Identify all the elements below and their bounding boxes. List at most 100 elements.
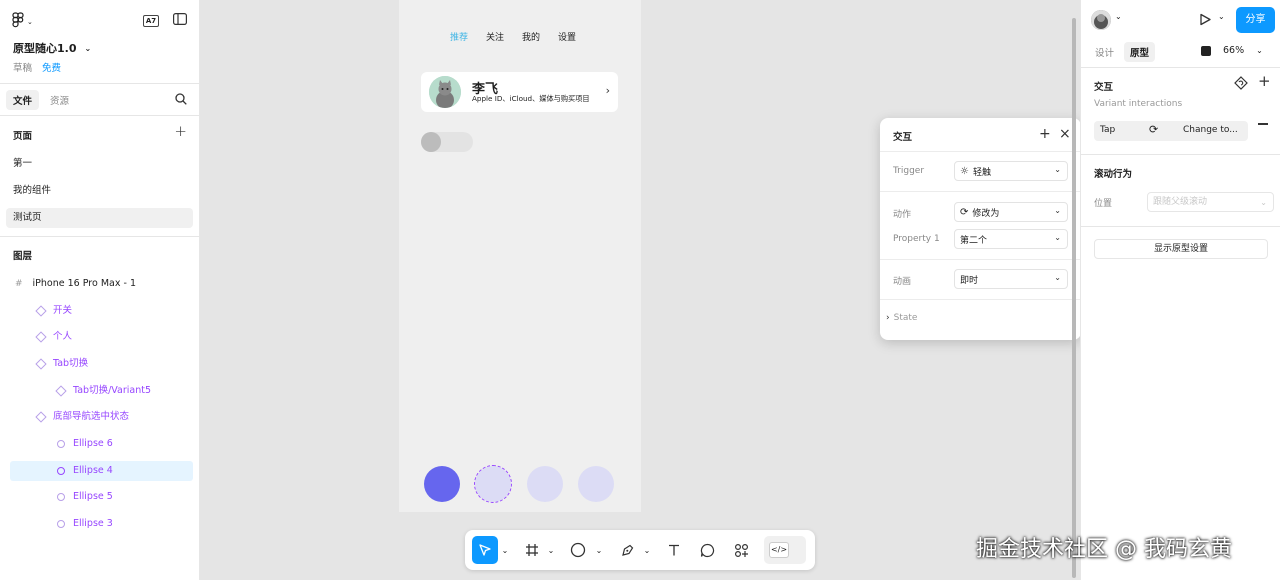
animation-label: 动画 [893, 277, 912, 287]
layout-icon [1201, 45, 1211, 56]
layer-item[interactable]: Ellipse 5 [57, 487, 113, 507]
layer-item[interactable]: 个人 [35, 327, 72, 347]
nav-dot-ellipse[interactable] [527, 466, 563, 502]
layer-item[interactable]: 开关 [35, 301, 72, 321]
layer-item-selected[interactable]: Ellipse 4 [57, 461, 113, 481]
layer-item[interactable]: 底部导航选中状态 [35, 407, 130, 427]
phone-tab[interactable]: 我的 [522, 30, 540, 43]
animation-select[interactable]: 即时 ⌄ [954, 269, 1068, 289]
plan-label[interactable]: 免费 [42, 60, 61, 74]
add-interaction-icon[interactable]: + [1258, 72, 1271, 90]
position-label: 位置 [1094, 199, 1113, 209]
layer-label: Ellipse 4 [73, 465, 113, 476]
state-expander[interactable]: › State [886, 313, 917, 323]
nav-dot-ellipse[interactable] [424, 466, 460, 502]
ellipse-icon [570, 542, 586, 558]
share-button[interactable]: 分享 [1236, 7, 1275, 33]
scroll-heading: 滚动行为 [1094, 169, 1133, 180]
layer-item[interactable]: Ellipse 6 [57, 434, 113, 454]
ellipse-icon [57, 493, 65, 501]
ellipse-icon [57, 520, 65, 528]
layer-item[interactable]: Ellipse 3 [57, 514, 113, 534]
nav-dot-ellipse[interactable] [578, 466, 614, 502]
phone-tab[interactable]: 关注 [486, 30, 504, 43]
add-icon[interactable]: + [1039, 126, 1051, 142]
ai-badge-icon[interactable]: A7 [143, 14, 159, 27]
chevron-down-icon[interactable]: ⌄ [642, 536, 652, 564]
layer-label: 底部导航选中状态 [53, 411, 130, 422]
watermark: 掘金技术社区 @ 我码玄黄 [976, 537, 1232, 562]
layer-label: Tab切换 [53, 358, 89, 369]
phone-tab[interactable]: 设置 [558, 30, 576, 43]
layer-item[interactable]: Tab切换/Variant5 [55, 381, 151, 401]
chevron-down-icon[interactable]: ⌄ [546, 536, 556, 564]
property-label: Property 1 [893, 234, 940, 244]
canvas-scrollbar[interactable] [1072, 18, 1076, 578]
project-title[interactable]: 原型随心1.0 ⌄ [13, 40, 91, 56]
remove-icon[interactable] [1258, 123, 1268, 125]
zoom-control[interactable]: 66% ⌄ [1201, 45, 1263, 56]
layer-label: iPhone 16 Pro Max - 1 [32, 278, 136, 289]
nav-dot-ellipse-selected[interactable] [474, 465, 512, 503]
page-item[interactable]: 第一 [6, 154, 193, 174]
position-select[interactable]: 跟随父级滚动 ⌄ [1147, 192, 1274, 212]
phone-tab-bar: 推荐 关注 我的 设置 [450, 30, 576, 43]
chevron-down-icon: ⌄ [1256, 46, 1263, 55]
chevron-down-icon: ⌄ [1054, 165, 1061, 174]
property-select[interactable]: 第二个 ⌄ [954, 229, 1068, 249]
move-tool-button[interactable] [472, 536, 498, 564]
divider [880, 151, 1081, 152]
tab-design[interactable]: 设计 [1089, 42, 1120, 62]
close-icon[interactable]: × [1059, 126, 1071, 142]
chevron-down-icon[interactable]: ⌄ [500, 536, 510, 564]
sidebar-toggle-icon[interactable] [173, 13, 188, 28]
chevron-down-icon: ⌄ [84, 43, 92, 53]
phone-frame[interactable]: 推荐 关注 我的 设置 李飞 Apple ID、iCloud、媒体与购买项目 › [399, 0, 641, 512]
interaction-popup: 交互 + × Trigger ☼ 轻触 ⌄ 动作 ⟳ 修改为 ⌄ Propert… [880, 118, 1081, 340]
phone-tab[interactable]: 推荐 [450, 30, 468, 43]
search-icon[interactable] [175, 93, 187, 108]
chevron-down-icon: ⌄ [1260, 198, 1267, 207]
add-page-icon[interactable]: + [174, 122, 187, 140]
tab-file[interactable]: 文件 [6, 90, 40, 110]
profile-card[interactable]: 李飞 Apple ID、iCloud、媒体与购买项目 › [421, 72, 618, 112]
property-value: 第二个 [960, 235, 988, 246]
frame-tool-button[interactable] [522, 536, 542, 564]
frame-icon: # [15, 279, 23, 289]
action-select[interactable]: ⟳ 修改为 ⌄ [954, 202, 1068, 222]
component-icon [35, 411, 47, 423]
chevron-down-icon: ⌄ [27, 17, 33, 26]
play-icon[interactable] [1199, 13, 1211, 29]
prototype-settings-button[interactable]: 显示原型设置 [1094, 239, 1268, 259]
layer-item-frame[interactable]: # iPhone 16 Pro Max - 1 [15, 274, 136, 294]
left-sidebar: ⌄ A7 原型随心1.0 ⌄ 草稿 免费 文件 资源 页面 + 第一 我的组件 … [0, 0, 200, 580]
page-item[interactable]: 我的组件 [6, 181, 193, 201]
divider [880, 299, 1081, 300]
interaction-row[interactable]: Tap ⟳ Change to... [1094, 121, 1248, 141]
pen-tool-button[interactable] [617, 536, 637, 564]
divider [1081, 154, 1280, 155]
avatar[interactable] [1091, 10, 1111, 30]
text-tool-button[interactable] [664, 536, 684, 564]
page-item-active[interactable]: 测试页 [6, 208, 193, 228]
code-icon: </> [769, 542, 789, 558]
plugins-button[interactable] [731, 536, 751, 564]
comment-icon [700, 543, 714, 557]
frame-icon [526, 544, 538, 556]
state-label: State [893, 313, 918, 323]
chevron-down-icon[interactable]: ⌄ [1218, 12, 1225, 21]
trigger-select[interactable]: ☼ 轻触 ⌄ [954, 161, 1068, 181]
ellipse-tool-button[interactable] [568, 536, 588, 564]
variant-icon[interactable] [1234, 76, 1248, 93]
toggle-switch[interactable] [421, 132, 473, 152]
tab-prototype[interactable]: 原型 [1124, 42, 1156, 62]
ellipse-icon [57, 440, 65, 448]
comment-tool-button[interactable] [697, 536, 717, 564]
layer-item[interactable]: Tab切换 [35, 354, 89, 374]
trigger-label: Trigger [893, 166, 925, 176]
dev-mode-toggle[interactable]: </> [764, 536, 806, 564]
tab-assets[interactable]: 资源 [43, 90, 76, 110]
chevron-down-icon[interactable]: ⌄ [1115, 12, 1122, 21]
chevron-down-icon[interactable]: ⌄ [594, 536, 604, 564]
main-menu[interactable]: ⌄ [12, 12, 33, 31]
